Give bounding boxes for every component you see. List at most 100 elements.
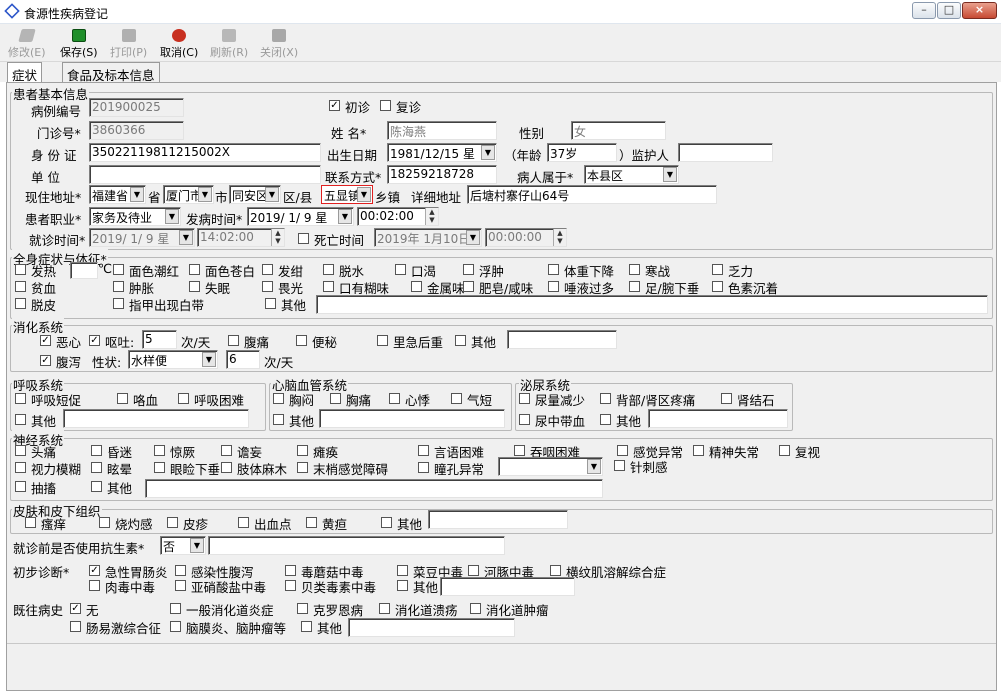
diarrhea-count-field[interactable]: 6 bbox=[226, 350, 260, 369]
chevron-down-icon[interactable]: ▼ bbox=[202, 352, 216, 367]
kidney-stone-checkbox[interactable] bbox=[721, 393, 732, 404]
outpatient-field[interactable]: 3860366 bbox=[89, 121, 184, 140]
chevron-down-icon[interactable]: ▼ bbox=[165, 209, 179, 224]
history-other-field[interactable] bbox=[348, 618, 515, 637]
nervous-other-field[interactable] bbox=[145, 479, 603, 498]
chevron-down-icon[interactable]: ▼ bbox=[466, 230, 480, 245]
guardian-field[interactable] bbox=[678, 143, 773, 162]
general-item-20-checkbox[interactable] bbox=[15, 298, 26, 309]
nervous-item-6-checkbox[interactable] bbox=[514, 445, 525, 456]
history-item-7-checkbox[interactable] bbox=[301, 621, 312, 632]
history-item-0-checkbox[interactable]: ✓ bbox=[70, 603, 81, 614]
death-time-field[interactable]: 00:00:00 ▲ ▼ bbox=[485, 228, 567, 247]
antibiotic-detail-field[interactable] bbox=[208, 536, 505, 555]
nervous-item-11-checkbox[interactable] bbox=[91, 462, 102, 473]
death-date-field[interactable]: 2019年 1月10日 ▼ bbox=[374, 228, 482, 247]
nervous-item-3-checkbox[interactable] bbox=[221, 445, 232, 456]
oliguria-checkbox[interactable] bbox=[519, 393, 530, 404]
shortness-checkbox[interactable] bbox=[451, 393, 462, 404]
short-breath-checkbox[interactable] bbox=[15, 393, 26, 404]
diagnosis-item-7-checkbox[interactable] bbox=[175, 580, 186, 591]
history-item-6-checkbox[interactable] bbox=[170, 621, 181, 632]
nervous-item-12-checkbox[interactable] bbox=[154, 462, 165, 473]
general-item-3-checkbox[interactable] bbox=[262, 264, 273, 275]
cardio-other-field[interactable] bbox=[319, 409, 505, 428]
general-item-13-checkbox[interactable] bbox=[262, 281, 273, 292]
antibiotic-select[interactable]: 否 ▼ bbox=[160, 536, 206, 555]
nervous-item-9-checkbox[interactable] bbox=[779, 445, 790, 456]
hemoptysis-checkbox[interactable] bbox=[117, 393, 128, 404]
save-button[interactable]: 保存(S) bbox=[60, 29, 98, 60]
chevron-down-icon[interactable]: ▼ bbox=[338, 209, 352, 224]
general-item-7-checkbox[interactable] bbox=[548, 264, 559, 275]
skin-item-0-checkbox[interactable] bbox=[25, 517, 36, 528]
chevron-down-icon[interactable]: ▼ bbox=[265, 187, 279, 202]
nervous-item-16-checkbox[interactable] bbox=[614, 460, 625, 471]
unit-field[interactable] bbox=[89, 165, 321, 184]
diagnosis-item-9-checkbox[interactable] bbox=[397, 580, 408, 591]
digestive-other-checkbox[interactable] bbox=[455, 335, 466, 346]
chevron-down-icon[interactable]: ▼ bbox=[587, 459, 601, 474]
spin-icon[interactable]: ▲ ▼ bbox=[271, 229, 284, 246]
diagnosis-item-6-checkbox[interactable] bbox=[89, 580, 100, 591]
general-item-14-checkbox[interactable] bbox=[323, 281, 334, 292]
diagnosis-item-1-checkbox[interactable] bbox=[175, 565, 186, 576]
general-item-9-checkbox[interactable] bbox=[712, 264, 723, 275]
nervous-item-10-checkbox[interactable] bbox=[15, 462, 26, 473]
history-item-5-checkbox[interactable] bbox=[70, 621, 81, 632]
contact-field[interactable]: 18259218728 bbox=[387, 165, 497, 184]
nausea-checkbox[interactable]: ✓ bbox=[40, 335, 51, 346]
general-item-12-checkbox[interactable] bbox=[189, 281, 200, 292]
tab-food-sample[interactable]: 食品及标本信息 bbox=[62, 62, 160, 83]
nervous-item-14-checkbox[interactable] bbox=[297, 462, 308, 473]
maximize-button[interactable]: □ bbox=[937, 2, 961, 19]
skin-item-3-checkbox[interactable] bbox=[238, 517, 249, 528]
back-pain-checkbox[interactable] bbox=[600, 393, 611, 404]
chevron-down-icon[interactable]: ▼ bbox=[663, 167, 677, 182]
revisit-checkbox[interactable] bbox=[380, 100, 391, 111]
diagnosis-item-3-checkbox[interactable] bbox=[397, 565, 408, 576]
skin-item-1-checkbox[interactable] bbox=[99, 517, 110, 528]
general-item-2-checkbox[interactable] bbox=[189, 264, 200, 275]
vomit-count-field[interactable]: 5 bbox=[142, 330, 177, 349]
general-item-11-checkbox[interactable] bbox=[113, 281, 124, 292]
general-item-5-checkbox[interactable] bbox=[395, 264, 406, 275]
general-item-8-checkbox[interactable] bbox=[629, 264, 640, 275]
visit-date-field[interactable]: 2019/ 1/ 9 星 ▼ bbox=[89, 228, 195, 247]
skin-item-5-checkbox[interactable] bbox=[381, 517, 392, 528]
chevron-down-icon[interactable]: ▼ bbox=[130, 187, 144, 202]
death-checkbox[interactable] bbox=[298, 233, 309, 244]
nervous-item-17-checkbox[interactable] bbox=[15, 481, 26, 492]
nervous-item-8-checkbox[interactable] bbox=[693, 445, 704, 456]
cancel-button[interactable]: 取消(C) bbox=[160, 29, 198, 60]
nervous-item-2-checkbox[interactable] bbox=[154, 445, 165, 456]
case-no-field[interactable]: 201900025 bbox=[89, 98, 184, 117]
resp-other-checkbox[interactable] bbox=[15, 414, 26, 425]
chevron-down-icon[interactable]: ▼ bbox=[179, 230, 193, 245]
vomit-checkbox[interactable]: ✓ bbox=[89, 335, 100, 346]
general-item-10-checkbox[interactable] bbox=[15, 281, 26, 292]
belong-select[interactable]: 本县区 ▼ bbox=[584, 165, 679, 184]
nervous-item-15-checkbox[interactable] bbox=[418, 462, 429, 473]
diarrhea-checkbox[interactable]: ✓ bbox=[40, 355, 51, 366]
bellyache-checkbox[interactable] bbox=[228, 335, 239, 346]
print-button[interactable]: 打印(P) bbox=[110, 29, 147, 60]
history-item-1-checkbox[interactable] bbox=[170, 603, 181, 614]
nervous-item-5-checkbox[interactable] bbox=[418, 445, 429, 456]
minimize-button[interactable]: – bbox=[912, 2, 936, 19]
close-button[interactable]: × bbox=[962, 2, 997, 19]
resp-other-field[interactable] bbox=[63, 409, 249, 428]
palpitation-checkbox[interactable] bbox=[389, 393, 400, 404]
spin-icon[interactable]: ▲ ▼ bbox=[553, 229, 566, 246]
diagnosis-item-8-checkbox[interactable] bbox=[285, 580, 296, 591]
general-item-6-checkbox[interactable] bbox=[463, 264, 474, 275]
tab-symptoms[interactable]: 症状 bbox=[7, 62, 43, 83]
general-item-4-checkbox[interactable] bbox=[323, 264, 334, 275]
diagnosis-item-5-checkbox[interactable] bbox=[550, 565, 561, 576]
diagnosis-item-0-checkbox[interactable]: ✓ bbox=[89, 565, 100, 576]
tenesmus-checkbox[interactable] bbox=[377, 335, 388, 346]
name-field[interactable]: 陈海燕 bbox=[387, 121, 497, 140]
chevron-down-icon[interactable]: ▼ bbox=[481, 145, 495, 160]
stool-nature-select[interactable]: 水样便 ▼ bbox=[128, 350, 218, 369]
diagnosis-item-2-checkbox[interactable] bbox=[285, 565, 296, 576]
